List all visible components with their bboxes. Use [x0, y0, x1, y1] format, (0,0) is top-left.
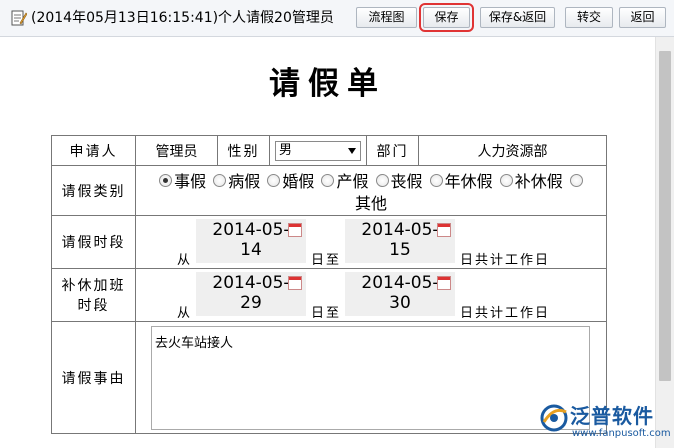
radio-leave-type-0[interactable] — [159, 174, 173, 187]
brand-logo-icon — [540, 404, 568, 432]
leave-type-label: 请假类别 — [51, 165, 136, 216]
radio-leave-type-7[interactable] — [569, 174, 583, 187]
applicant-label: 申请人 — [51, 135, 136, 166]
reason-textarea[interactable]: 去火车站接人 — [151, 325, 590, 430]
leave-from-date-line2: 14 — [240, 240, 262, 260]
leave-form-table: 申请人 管理员 性别 男 部门 人力资源部 请假类别 事假 病假 婚假 产假 丧… — [51, 135, 607, 434]
department-label: 部门 — [366, 135, 419, 166]
radio-leave-type-4[interactable] — [375, 174, 389, 187]
to-label: 日至 — [311, 253, 342, 268]
vertical-scrollbar[interactable] — [655, 37, 674, 448]
window-title: (2014年05月13日16:15:41)个人请假20管理员 — [31, 10, 334, 26]
reason-label: 请假事由 — [51, 321, 136, 434]
leave-type-radio-group: 事假 病假 婚假 产假 丧假 年休假 补休假 其他 — [136, 167, 606, 215]
leave-type-cell: 事假 病假 婚假 产假 丧假 年休假 补休假 其他 — [135, 165, 607, 216]
leave-from-date[interactable]: 2014-05- 14 — [196, 219, 306, 263]
comp-to-date-line2: 30 — [389, 293, 411, 313]
to-label: 日至 — [311, 306, 342, 321]
leave-type-option: 事假 — [174, 171, 207, 191]
brand-logo: 泛普软件 www.fanpusoft.com — [538, 398, 671, 442]
radio-leave-type-6[interactable] — [499, 174, 513, 187]
gender-select-value: 男 — [279, 142, 293, 158]
gender-label: 性别 — [217, 135, 270, 166]
comp-period-label-line1: 补休加班 — [61, 278, 126, 294]
reason-cell: 去火车站接人 — [135, 321, 607, 434]
calendar-icon[interactable] — [437, 223, 451, 237]
flowchart-button[interactable]: 流程图 — [356, 7, 417, 28]
leave-to-date-line2: 15 — [389, 240, 411, 260]
document-edit-icon — [11, 10, 27, 26]
leave-type-option: 婚假 — [282, 171, 315, 191]
from-label: 从 — [177, 306, 193, 321]
leave-type-option: 丧假 — [390, 171, 423, 191]
radio-leave-type-3[interactable] — [321, 174, 335, 187]
leave-period-label: 请假时段 — [51, 215, 136, 269]
radio-leave-type-2[interactable] — [267, 174, 281, 187]
comp-period-label: 补休加班 时段 — [51, 268, 136, 322]
scrollbar-thumb[interactable] — [659, 51, 671, 381]
leave-period-cell: 从 2014-05- 14 日至 2014-05- 15 日共计工作日 — [135, 215, 607, 269]
comp-period-label-line2: 时段 — [77, 298, 110, 314]
save-and-return-button[interactable]: 保存&返回 — [480, 7, 555, 28]
leave-type-option: 补休假 — [514, 171, 563, 191]
leave-to-date[interactable]: 2014-05- 15 — [345, 219, 455, 263]
calendar-icon[interactable] — [288, 276, 302, 290]
calendar-icon[interactable] — [288, 223, 302, 237]
calendar-icon[interactable] — [437, 276, 451, 290]
leave-type-option: 产假 — [336, 171, 369, 191]
department-value: 人力资源部 — [418, 135, 607, 166]
save-button[interactable]: 保存 — [419, 3, 474, 32]
total-workdays-label: 日共计工作日 — [460, 253, 551, 268]
leave-type-option: 年休假 — [444, 171, 493, 191]
comp-to-date[interactable]: 2014-05- 30 — [345, 272, 455, 316]
from-label: 从 — [177, 253, 193, 268]
gender-select[interactable]: 男 — [275, 140, 361, 161]
gender-cell: 男 — [269, 135, 367, 166]
transfer-button[interactable]: 转交 — [565, 7, 613, 28]
chevron-down-icon — [348, 147, 356, 154]
total-workdays-label: 日共计工作日 — [460, 306, 551, 321]
return-button[interactable]: 返回 — [619, 7, 666, 28]
leave-type-option: 其他 — [354, 193, 387, 213]
brand-logo-text: 泛普软件 — [570, 404, 654, 428]
comp-from-date-line2: 29 — [240, 293, 262, 313]
comp-period-cell: 从 2014-05- 29 日至 2014-05- 30 日共计工作日 — [135, 268, 607, 322]
comp-from-date[interactable]: 2014-05- 29 — [196, 272, 306, 316]
leave-type-option: 病假 — [228, 171, 261, 191]
form-title: 请假单 — [269, 66, 386, 102]
toolbar: (2014年05月13日16:15:41)个人请假20管理员 流程图 保存 保存… — [0, 0, 674, 37]
radio-leave-type-1[interactable] — [213, 174, 227, 187]
radio-leave-type-5[interactable] — [429, 174, 443, 187]
applicant-value: 管理员 — [135, 135, 218, 166]
brand-logo-url: www.fanpusoft.com — [572, 428, 671, 439]
